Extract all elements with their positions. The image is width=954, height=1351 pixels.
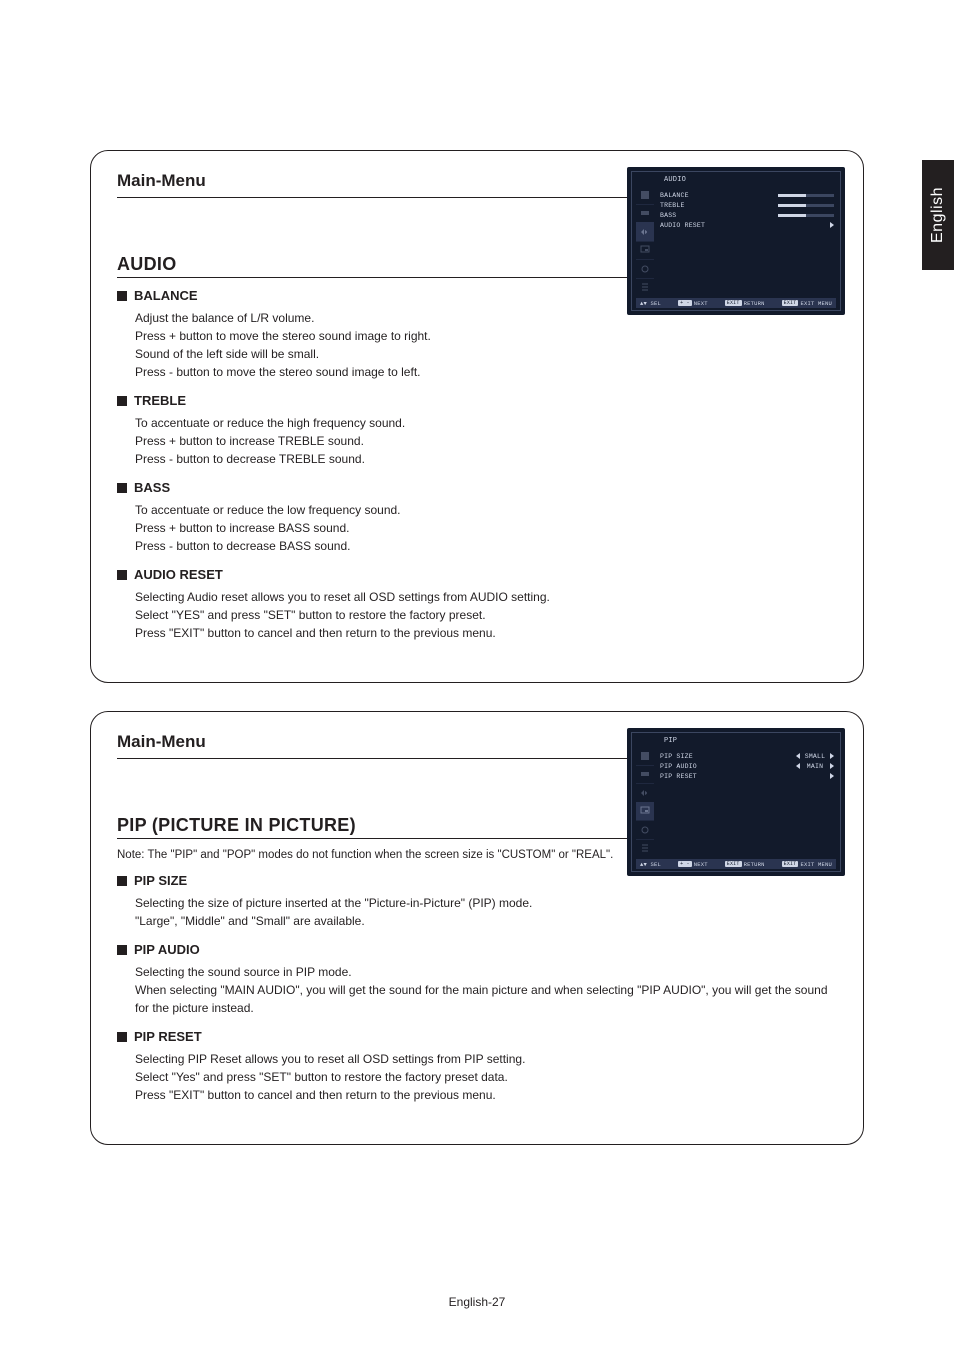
osd-sidebar-icon: [636, 802, 654, 821]
osd-footer-sel: ▲▼ SEL: [640, 300, 661, 307]
osd-title: PIP: [664, 737, 677, 745]
menu-item-body: Selecting Audio reset allows you to rese…: [135, 588, 837, 642]
menu-item-body: Selecting the size of picture inserted a…: [135, 894, 837, 930]
osd-sidebar-icon: [636, 747, 654, 765]
bullet-square-icon: [117, 570, 127, 580]
osd-row: BASS: [660, 210, 834, 220]
bullet-square-icon: [117, 1032, 127, 1042]
osd-row: AUDIO RESET: [660, 220, 834, 230]
menu-item-body: To accentuate or reduce the low frequenc…: [135, 501, 837, 555]
osd-sidebar-icon: [636, 222, 654, 241]
osd-value: MAIN: [803, 763, 827, 770]
osd-screenshot: AUDIO BALANCE TREBLE BASS AUDIO RESET ▲▼ SEL +…: [627, 167, 845, 315]
osd-sidebar-icon: [636, 820, 654, 839]
bullet-square-icon: [117, 945, 127, 955]
osd-sidebar: [636, 186, 654, 296]
osd-content: BALANCE TREBLE BASS AUDIO RESET: [660, 190, 834, 230]
osd-footer-exit: EXIT EXIT MENU: [782, 861, 832, 868]
osd-footer-next: + - NEXT: [678, 861, 708, 868]
arrow-right-icon: [830, 222, 834, 228]
language-label: English: [929, 187, 947, 243]
osd-row: PIP RESET: [660, 771, 834, 781]
menu-item: AUDIO RESET Selecting Audio reset allows …: [117, 567, 837, 642]
osd-row-label: BALANCE: [660, 192, 740, 199]
osd-footer-sel: ▲▼ SEL: [640, 861, 661, 868]
osd-value: SMALL: [803, 753, 827, 760]
menu-item: PIP RESET Selecting PIP Reset allows you …: [117, 1029, 837, 1104]
menu-item: PIP AUDIO Selecting the sound source in P…: [117, 942, 837, 1017]
osd-row: PIP SIZE SMALL: [660, 751, 834, 761]
osd-row: TREBLE: [660, 200, 834, 210]
menu-item-title: BASS: [134, 480, 170, 495]
menu-card: AUDIO BALANCE TREBLE BASS AUDIO RESET ▲▼ SEL +…: [90, 150, 864, 683]
osd-sidebar-icon: [636, 186, 654, 204]
osd-footer-return: EXIT RETURN: [725, 300, 765, 307]
osd-row: BALANCE: [660, 190, 834, 200]
menu-item: BASS To accentuate or reduce the low freq…: [117, 480, 837, 555]
menu-item-title: PIP RESET: [134, 1029, 202, 1044]
arrow-right-icon: [830, 773, 834, 779]
osd-slider: [778, 194, 834, 197]
bullet-square-icon: [117, 876, 127, 886]
osd-footer-exit: EXIT EXIT MENU: [782, 300, 832, 307]
osd-sidebar-icon: [636, 278, 654, 297]
bullet-square-icon: [117, 291, 127, 301]
osd-sidebar-icon: [636, 765, 654, 784]
osd-content: PIP SIZE SMALL PIP AUDIO MAIN PIP RESET: [660, 751, 834, 781]
osd-sidebar: [636, 747, 654, 857]
menu-item-title: PIP SIZE: [134, 873, 187, 888]
osd-slider: [778, 204, 834, 207]
osd-footer: ▲▼ SEL + - NEXT EXIT RETURN EXIT EXIT MENU: [636, 298, 836, 308]
osd-row-label: PIP SIZE: [660, 753, 740, 760]
osd-row-label: AUDIO RESET: [660, 222, 740, 229]
menu-item: PIP SIZE Selecting the size of picture in…: [117, 873, 837, 930]
menu-item-title: PIP AUDIO: [134, 942, 200, 957]
osd-footer: ▲▼ SEL + - NEXT EXIT RETURN EXIT EXIT MENU: [636, 859, 836, 869]
menu-item-heading: TREBLE: [117, 393, 837, 408]
bullet-square-icon: [117, 396, 127, 406]
menu-item-body: Selecting the sound source in PIP mode.W…: [135, 963, 837, 1017]
osd-sidebar-icon: [636, 259, 654, 278]
osd-sidebar-icon: [636, 783, 654, 802]
bullet-square-icon: [117, 483, 127, 493]
osd-sidebar-icon: [636, 204, 654, 223]
menu-item-title: AUDIO RESET: [134, 567, 223, 582]
osd-screenshot: PIP PIP SIZE SMALL PIP AUDIO MAIN PIP RESET ▲▼…: [627, 728, 845, 876]
osd-row: PIP AUDIO MAIN: [660, 761, 834, 771]
arrow-left-icon: [796, 763, 800, 769]
osd-sidebar-icon: [636, 241, 654, 260]
menu-item-body: Adjust the balance of L/R volume.Press +…: [135, 309, 837, 381]
menu-item: TREBLE To accentuate or reduce the high f…: [117, 393, 837, 468]
arrow-left-icon: [796, 753, 800, 759]
language-tab: English: [922, 160, 954, 270]
osd-row-label: PIP AUDIO: [660, 763, 740, 770]
menu-item-body: To accentuate or reduce the high frequen…: [135, 414, 837, 468]
osd-row-label: BASS: [660, 212, 740, 219]
osd-sidebar-icon: [636, 839, 654, 858]
osd-row-label: PIP RESET: [660, 773, 740, 780]
menu-item-heading: PIP AUDIO: [117, 942, 837, 957]
arrow-right-icon: [830, 763, 834, 769]
arrow-right-icon: [830, 753, 834, 759]
menu-item-title: BALANCE: [134, 288, 198, 303]
osd-row-label: TREBLE: [660, 202, 740, 209]
menu-item-heading: PIP RESET: [117, 1029, 837, 1044]
menu-item-heading: BASS: [117, 480, 837, 495]
menu-item-body: Selecting PIP Reset allows you to reset …: [135, 1050, 837, 1104]
menu-item-title: TREBLE: [134, 393, 186, 408]
osd-title: AUDIO: [664, 176, 686, 184]
osd-footer-return: EXIT RETURN: [725, 861, 765, 868]
osd-footer-next: + - NEXT: [678, 300, 708, 307]
menu-card: PIP PIP SIZE SMALL PIP AUDIO MAIN PIP RESET ▲▼…: [90, 711, 864, 1145]
menu-item-heading: AUDIO RESET: [117, 567, 837, 582]
osd-slider: [778, 214, 834, 217]
page: English AUDIO BALANCE TREBLE BASS AUDIO RESE…: [0, 0, 954, 1351]
page-number: English-27: [0, 1295, 954, 1309]
